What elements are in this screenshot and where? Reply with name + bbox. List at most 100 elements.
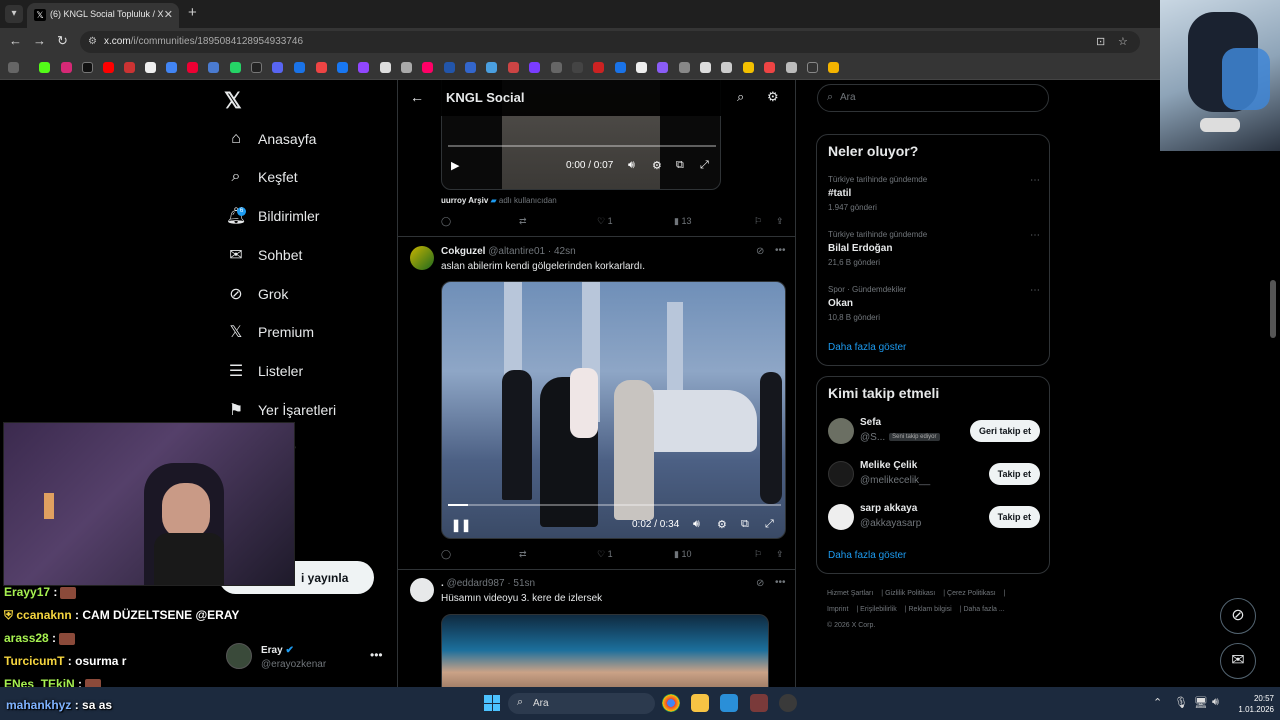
- trend-item[interactable]: Türkiye tarihinde gündemde Bilal Erdoğan…: [828, 230, 1040, 267]
- avatar[interactable]: [410, 246, 434, 270]
- microphone-icon[interactable]: 🎙︎: [1174, 696, 1188, 709]
- bookmark-site-icon[interactable]: [551, 62, 562, 73]
- bookmark-site-icon[interactable]: [679, 62, 690, 73]
- bookmark-site-icon[interactable]: [636, 62, 647, 73]
- messages-fab-button[interactable]: ✉: [1220, 643, 1256, 679]
- more-dots-icon[interactable]: •••: [370, 648, 383, 662]
- bookmark-site-icon[interactable]: [657, 62, 668, 73]
- avatar[interactable]: [410, 578, 434, 602]
- follow-button[interactable]: Takip et: [988, 463, 1040, 485]
- bookmark-site-icon[interactable]: [529, 62, 540, 73]
- bookmark-instagram-icon[interactable]: [61, 62, 72, 73]
- bookmark-site-icon[interactable]: [764, 62, 775, 73]
- back-arrow-icon[interactable]: ←: [410, 89, 424, 105]
- grok-fab-button[interactable]: ⊘: [1220, 598, 1256, 634]
- bookmark-reddit-icon[interactable]: [187, 62, 198, 73]
- like-button[interactable]: ♡ 1: [597, 216, 613, 227]
- nav-explore[interactable]: ⌕ Keşfet: [226, 163, 298, 191]
- bookmark-site-icon[interactable]: [380, 62, 391, 73]
- repost-icon[interactable]: ⇄: [519, 216, 527, 227]
- like-button[interactable]: ♡ 1: [597, 549, 613, 560]
- nav-home[interactable]: ⌂ Anasayfa: [226, 125, 316, 153]
- bookmark-site-icon[interactable]: [786, 62, 797, 73]
- bookmark-site-icon[interactable]: [465, 62, 476, 73]
- bookmark-star-icon[interactable]: ☆: [1118, 35, 1128, 48]
- bookmark-gmail-icon[interactable]: [124, 62, 135, 73]
- bookmark-translate-icon[interactable]: [208, 62, 219, 73]
- footer-link[interactable]: Daha fazla ...: [963, 606, 1004, 613]
- address-bar[interactable]: ⚙ x.com/i/communities/189508412895493374…: [80, 31, 1140, 53]
- browser-tab[interactable]: 𝕏 (6) KNGL Social Topluluk / X ✕: [27, 3, 179, 28]
- settings-icon[interactable]: ⚙: [652, 159, 662, 172]
- bookmark-drive-icon[interactable]: [166, 62, 177, 73]
- play-icon[interactable]: ▶: [451, 159, 459, 172]
- more-dots-icon[interactable]: ⋯: [1030, 175, 1040, 186]
- post[interactable]: . @eddard987 · 51sn ⊘ ••• Hüsamın videoy…: [398, 570, 795, 687]
- clock[interactable]: 20:57 1.01.2026: [1234, 693, 1274, 715]
- apps-icon[interactable]: [8, 62, 19, 73]
- volume-icon[interactable]: 🔊︎: [693, 518, 700, 531]
- trend-item[interactable]: Spor · Gündemdekiler Okan 10,8 B gönderi…: [828, 285, 1040, 322]
- bookmark-x-icon[interactable]: [82, 62, 93, 73]
- search-input[interactable]: ⌕ Ara: [817, 84, 1049, 112]
- footer-link[interactable]: Reklam bilgisi: [909, 606, 952, 613]
- search-icon[interactable]: ⌕: [737, 89, 744, 105]
- footer-link[interactable]: Hizmet Şartları: [827, 590, 873, 597]
- follow-suggestion[interactable]: Melike Çelik @melikecelik__ Takip et: [828, 457, 1040, 493]
- trends-show-more-link[interactable]: Daha fazla göster: [828, 342, 906, 353]
- pip-icon[interactable]: ⧉: [676, 159, 684, 172]
- video-progress[interactable]: [448, 504, 781, 506]
- views-button[interactable]: ▮ 13: [674, 216, 691, 227]
- follow-suggestion[interactable]: sarp akkaya @akkayasarp Takip et: [828, 500, 1040, 536]
- taskbar-search[interactable]: ⌕ Ara: [508, 693, 655, 714]
- trend-item[interactable]: Türkiye tarihinde gündemde #tatil 1.947 …: [828, 175, 1040, 212]
- more-dots-icon[interactable]: •••: [775, 577, 786, 588]
- fullscreen-icon[interactable]: ⤢: [765, 518, 774, 531]
- nav-grok[interactable]: ⊘ Grok: [226, 280, 288, 308]
- bookmark-discord-icon[interactable]: [272, 62, 283, 73]
- bookmark-site-icon[interactable]: [807, 62, 818, 73]
- x-logo-icon[interactable]: 𝕏: [224, 88, 242, 114]
- gear-icon[interactable]: ⚙: [767, 89, 779, 105]
- account-switcher[interactable]: Eray ✔ @erayozkenar •••: [226, 642, 386, 672]
- install-icon[interactable]: ⊡: [1096, 35, 1105, 48]
- reload-icon[interactable]: ↻: [57, 33, 68, 49]
- bookmark-site-icon[interactable]: [508, 62, 519, 73]
- bookmark-folder-icon[interactable]: [828, 62, 839, 73]
- fullscreen-icon[interactable]: ⤢: [700, 159, 709, 172]
- site-info-icon[interactable]: ⚙: [88, 36, 97, 47]
- app-icon[interactable]: [750, 694, 768, 712]
- bookmark-google-icon[interactable]: [145, 62, 156, 73]
- page-scrollbar[interactable]: [1270, 280, 1276, 338]
- nav-chat[interactable]: ✉ Sohbet: [226, 241, 302, 269]
- new-tab-icon[interactable]: +: [188, 4, 197, 21]
- pause-icon[interactable]: ❚❚: [451, 518, 471, 532]
- bookmark-site-icon[interactable]: [294, 62, 305, 73]
- nav-premium[interactable]: 𝕏 Premium: [226, 318, 314, 346]
- share-icon[interactable]: ⇪: [776, 549, 784, 560]
- network-icon[interactable]: 🖥︎: [1194, 696, 1208, 709]
- bookmark-icon[interactable]: ⚐: [754, 216, 762, 227]
- who-show-more-link[interactable]: Daha fazla göster: [828, 550, 906, 561]
- bookmark-icon[interactable]: ⚐: [754, 549, 762, 560]
- bookmark-site-icon[interactable]: [316, 62, 327, 73]
- bookmark-site-icon[interactable]: [721, 62, 732, 73]
- bookmark-site-icon[interactable]: [572, 62, 583, 73]
- post-author[interactable]: Cokguzel @altantire01 · 42sn: [441, 246, 576, 257]
- bookmark-site-icon[interactable]: [401, 62, 412, 73]
- follow-suggestion[interactable]: Sefa @S... Seni takip ediyor Geri takip e…: [828, 414, 1040, 450]
- views-button[interactable]: ▮ 10: [674, 549, 691, 560]
- footer-link[interactable]: Imprint: [827, 606, 848, 613]
- repost-icon[interactable]: ⇄: [519, 549, 527, 560]
- bookmark-steam-icon[interactable]: [251, 62, 262, 73]
- pip-icon[interactable]: ⧉: [741, 518, 749, 531]
- tray-chevron-icon[interactable]: ⌃: [1153, 696, 1162, 709]
- bookmark-site-icon[interactable]: [700, 62, 711, 73]
- share-icon[interactable]: ⇪: [776, 216, 784, 227]
- reply-icon[interactable]: ◯: [441, 549, 451, 560]
- tab-search-icon[interactable]: ▾: [5, 5, 23, 23]
- more-dots-icon[interactable]: ⋯: [1030, 230, 1040, 241]
- bookmark-site-icon[interactable]: [615, 62, 626, 73]
- file-explorer-icon[interactable]: [691, 694, 709, 712]
- reply-icon[interactable]: ◯: [441, 216, 451, 227]
